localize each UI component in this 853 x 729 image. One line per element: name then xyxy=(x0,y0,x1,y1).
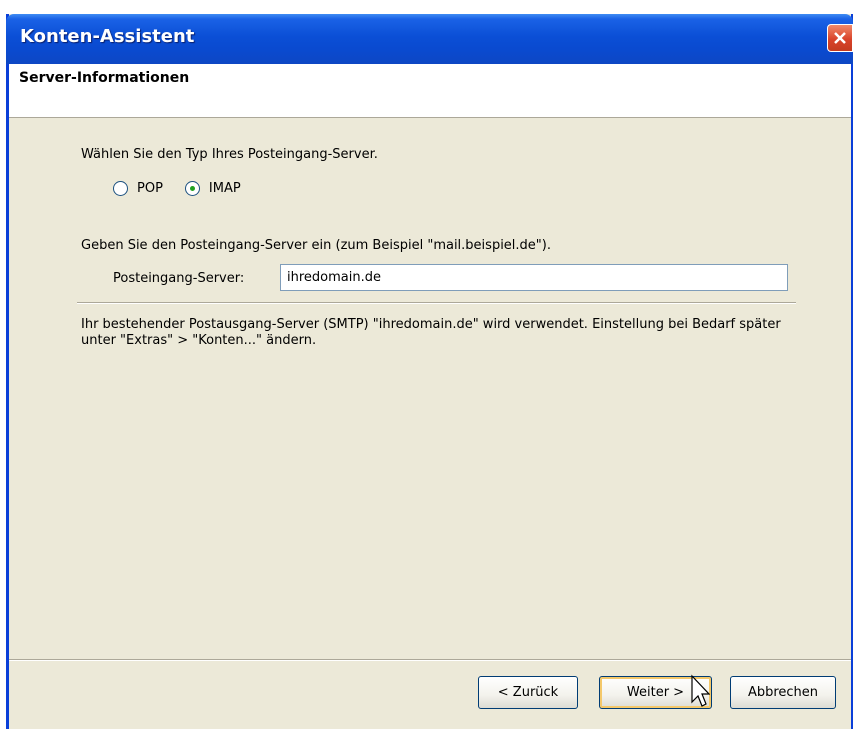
divider xyxy=(77,302,796,304)
pop-label[interactable]: POP xyxy=(137,181,163,196)
page-title: Server-Informationen xyxy=(19,70,190,86)
incoming-server-input[interactable] xyxy=(280,264,788,291)
page-header: Server-Informationen xyxy=(9,64,851,118)
server-type-radio-group: POP IMAP xyxy=(113,181,263,196)
incoming-server-label: Posteingang-Server: xyxy=(113,271,245,286)
button-area-divider xyxy=(9,659,851,661)
cancel-button[interactable]: Abbrechen xyxy=(730,676,836,709)
server-name-prompt: Geben Sie den Posteingang-Server ein (zu… xyxy=(81,238,551,253)
mouse-pointer-icon xyxy=(691,674,710,707)
wizard-content: Wählen Sie den Typ Ihres Posteingang-Ser… xyxy=(9,119,851,659)
back-button[interactable]: < Zurück xyxy=(478,676,578,709)
radio-option-imap[interactable]: IMAP xyxy=(184,181,241,196)
imap-radio[interactable] xyxy=(184,181,200,196)
close-button[interactable] xyxy=(827,24,853,52)
imap-label[interactable]: IMAP xyxy=(209,181,241,196)
smtp-info-text: Ihr bestehender Postausgang-Server (SMTP… xyxy=(81,317,781,348)
radio-option-pop[interactable]: POP xyxy=(113,181,163,196)
window-title: Konten-Assistent xyxy=(20,26,195,47)
server-type-prompt: Wählen Sie den Typ Ihres Posteingang-Ser… xyxy=(81,147,378,162)
pop-radio[interactable] xyxy=(113,181,128,196)
close-icon xyxy=(834,32,846,44)
title-bar[interactable]: Konten-Assistent xyxy=(6,14,853,64)
